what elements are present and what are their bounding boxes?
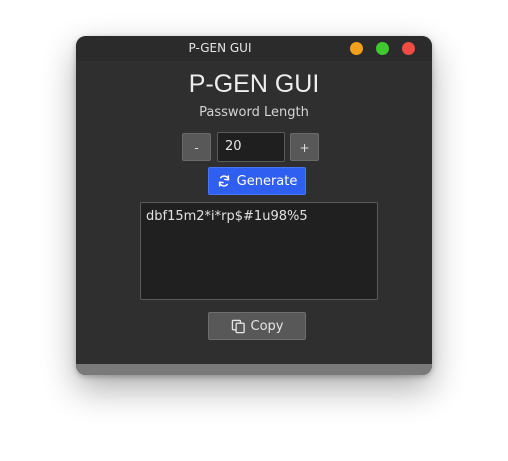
decrement-button[interactable]: - xyxy=(182,133,211,161)
title-bar[interactable]: P-GEN GUI xyxy=(76,36,432,61)
window-title: P-GEN GUI xyxy=(188,41,252,55)
app-window: P-GEN GUI P-GEN GUI Password Length - 20… xyxy=(76,36,432,375)
copy-button-label: Copy xyxy=(250,318,284,334)
password-length-input[interactable]: 20 xyxy=(217,132,285,162)
app-heading: P-GEN GUI xyxy=(188,70,320,98)
password-output[interactable]: dbf15m2*i*rp$#1u98%5 xyxy=(140,202,378,300)
refresh-icon xyxy=(217,174,231,188)
increment-button[interactable]: + xyxy=(290,133,319,161)
password-length-label: Password Length xyxy=(199,105,309,120)
generate-button[interactable]: Generate xyxy=(208,167,306,195)
copy-icon xyxy=(231,319,246,334)
minimize-button[interactable] xyxy=(350,42,363,55)
generate-button-label: Generate xyxy=(236,173,298,189)
maximize-button[interactable] xyxy=(376,42,389,55)
status-bar xyxy=(76,364,432,375)
close-button[interactable] xyxy=(402,42,415,55)
copy-button[interactable]: Copy xyxy=(208,312,306,340)
